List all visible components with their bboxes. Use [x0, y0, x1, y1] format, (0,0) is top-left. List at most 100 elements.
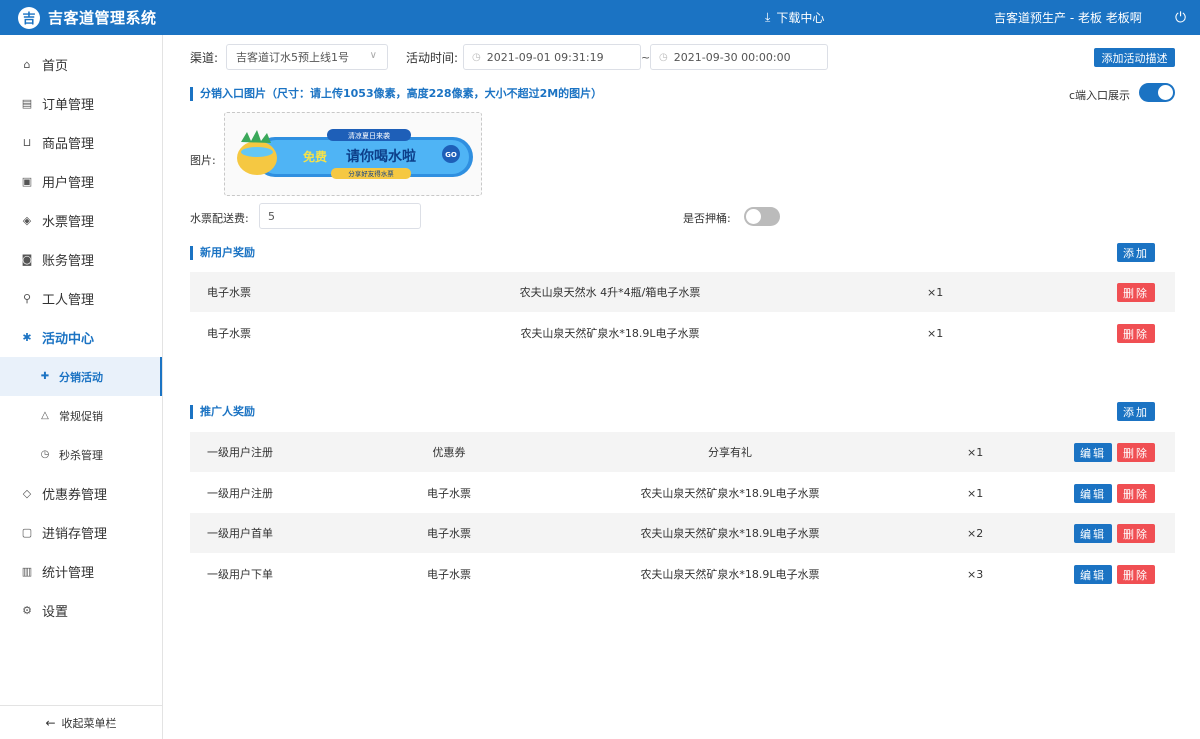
gear-icon: ⚙ — [22, 604, 32, 617]
reward-type: 电子水票 — [207, 286, 251, 299]
sidebar-item-label: 设置 — [42, 605, 69, 620]
edit-button[interactable]: 编辑 — [1074, 484, 1112, 503]
basket-icon: ⊔ — [22, 136, 32, 149]
banner-free-text: 免费 — [303, 149, 327, 164]
delete-button[interactable]: 删除 — [1117, 484, 1155, 503]
banner-main-text: 请你喝水啦 — [346, 148, 416, 165]
end-time-value: 2021-09-30 00:00:00 — [673, 50, 791, 64]
brand-logo-icon: 吉 — [18, 6, 40, 29]
user-info[interactable]: 吉客道预生产 - 老板 老板啊 — [994, 0, 1142, 35]
clock-icon: ◷ — [40, 449, 50, 460]
delete-button[interactable]: 删除 — [1117, 443, 1155, 462]
start-time-input[interactable]: ◷ 2021-09-01 09:31:19 — [463, 44, 641, 70]
delete-button[interactable]: 删除 — [1117, 283, 1155, 302]
table-row: 一级用户注册 电子水票 农夫山泉天然矿泉水*18.9L电子水票 ×1 编辑 删除 — [190, 473, 1175, 513]
new-user-reward-title: 新用户奖励 — [190, 246, 255, 260]
table-row: 电子水票 农夫山泉天然水 4升*4瓶/箱电子水票 ×1 删除 — [190, 272, 1175, 312]
table-row: 一级用户首单 电子水票 农夫山泉天然矿泉水*18.9L电子水票 ×2 编辑 删除 — [190, 513, 1175, 553]
sidebar-item-label: 工人管理 — [42, 293, 95, 308]
toggle-knob — [1158, 85, 1173, 100]
sidebar-item-activity[interactable]: ✱ 活动中心 — [0, 318, 162, 357]
reward-type: 电子水票 — [207, 327, 251, 340]
reward-quantity: ×1 — [967, 445, 984, 459]
ticket-delivery-fee-input[interactable] — [259, 203, 421, 229]
brand-name: 吉客道管理系统 — [48, 9, 157, 27]
download-icon: ⤓ — [765, 10, 771, 24]
ticket-delivery-fee-label: 水票配送费: — [190, 212, 249, 225]
sidebar-item-coupons[interactable]: ◇ 优惠券管理 — [0, 474, 162, 513]
promo-icon: △ — [41, 410, 49, 421]
scooter-icon: ⚲ — [22, 292, 32, 305]
power-icon[interactable]: ⏻ — [1175, 0, 1186, 35]
sidebar-item-finance[interactable]: ◙ 账务管理 — [0, 240, 162, 279]
reward-type: 优惠券 — [432, 446, 466, 459]
sidebar-item-settings[interactable]: ⚙ 设置 — [0, 591, 162, 630]
sidebar-subitem-flash-sale[interactable]: ◷ 秒杀管理 — [0, 435, 162, 474]
delete-button[interactable]: 删除 — [1117, 524, 1155, 543]
channel-select[interactable]: 吉客道订水5预上线1号 ∨ — [226, 44, 388, 70]
download-center-label: 下载中心 — [776, 11, 825, 25]
banner-go-text: GO — [445, 151, 457, 159]
sidebar-item-label: 首页 — [42, 59, 69, 74]
sidebar-item-statistics[interactable]: ▥ 统计管理 — [0, 552, 162, 591]
channel-select-value: 吉客道订水5预上线1号 — [236, 51, 349, 64]
edit-button[interactable]: 编辑 — [1074, 565, 1112, 584]
reward-quantity: ×2 — [967, 526, 984, 540]
sidebar-item-label: 商品管理 — [42, 137, 95, 152]
reward-condition: 一级用户注册 — [207, 487, 273, 500]
sidebar-subitem-distribution[interactable]: ✚ 分销活动 — [0, 357, 162, 396]
table-row: 一级用户注册 优惠券 分享有礼 ×1 编辑 删除 — [190, 432, 1175, 472]
activity-time-label: 活动时间: — [406, 51, 459, 65]
reward-condition: 一级用户注册 — [207, 446, 273, 459]
sidebar-item-inventory[interactable]: ▢ 进销存管理 — [0, 513, 162, 552]
end-time-input[interactable]: ◷ 2021-09-30 00:00:00 — [650, 44, 828, 70]
reward-type: 电子水票 — [427, 527, 471, 540]
bucket-deposit-toggle[interactable] — [744, 207, 780, 226]
sidebar-item-users[interactable]: ▣ 用户管理 — [0, 162, 162, 201]
reward-quantity: ×1 — [967, 486, 984, 500]
sidebar-item-tickets[interactable]: ◈ 水票管理 — [0, 201, 162, 240]
sidebar-subitem-promotion[interactable]: △ 常规促销 — [0, 396, 162, 435]
sidebar-item-label: 用户管理 — [42, 176, 95, 191]
table-row: 一级用户下单 电子水票 农夫山泉天然矿泉水*18.9L电子水票 ×3 编辑 删除 — [190, 554, 1175, 594]
delete-button[interactable]: 删除 — [1117, 565, 1155, 584]
arrow-left-icon: ← — [45, 715, 56, 730]
entry-image-section-title: 分销入口图片（尺寸：请上传1053像素，高度228像素，大小不超过2M的图片） — [190, 87, 602, 101]
sidebar-item-workers[interactable]: ⚲ 工人管理 — [0, 279, 162, 318]
c-entry-display-toggle[interactable] — [1139, 83, 1175, 102]
delete-button[interactable]: 删除 — [1117, 324, 1155, 343]
main-content: 渠道: 吉客道订水5预上线1号 ∨ 活动时间: ◷ 2021-09-01 09:… — [163, 35, 1200, 739]
reward-name: 农夫山泉天然矿泉水*18.9L电子水票 — [640, 568, 820, 581]
sidebar-item-label: 统计管理 — [42, 566, 95, 581]
banner-bottom-text: 分享好友得水票 — [348, 169, 394, 178]
brand[interactable]: 吉 吉客道管理系统 — [0, 6, 300, 29]
user-card-icon: ▣ — [21, 175, 33, 188]
inventory-icon: ▢ — [21, 526, 33, 539]
image-label: 图片: — [190, 154, 216, 167]
sidebar-item-label: 常规促销 — [59, 409, 103, 423]
download-center-link[interactable]: ⤓ 下载中心 — [765, 0, 824, 35]
reward-quantity: ×1 — [927, 326, 944, 340]
add-activity-description-button[interactable]: 添加活动描述 — [1094, 48, 1175, 67]
reward-name: 农夫山泉天然矿泉水*18.9L电子水票 — [640, 487, 820, 500]
add-new-user-reward-button[interactable]: 添加 — [1117, 243, 1155, 262]
order-icon: ▤ — [21, 97, 33, 110]
sidebar-item-goods[interactable]: ⊔ 商品管理 — [0, 123, 162, 162]
clock-icon: ◷ — [472, 51, 481, 63]
coupon-icon: ◇ — [22, 487, 32, 500]
clock-icon: ◷ — [659, 51, 668, 63]
reward-type: 电子水票 — [427, 487, 471, 500]
edit-button[interactable]: 编辑 — [1074, 443, 1112, 462]
sidebar-item-home[interactable]: ⌂ 首页 — [0, 45, 162, 84]
edit-button[interactable]: 编辑 — [1074, 524, 1112, 543]
sidebar-item-orders[interactable]: ▤ 订单管理 — [0, 84, 162, 123]
date-range-separator: ~ — [641, 51, 651, 64]
image-upload-box[interactable]: 清凉夏日来袭 免费 请你喝水啦 GO 分享好友得水票 — [224, 112, 482, 196]
ticket-icon: ◈ — [22, 214, 32, 227]
home-icon: ⌂ — [23, 58, 31, 71]
collapse-menu-button[interactable]: ← 收起菜单栏 — [0, 705, 162, 739]
channel-label: 渠道: — [190, 51, 219, 65]
sidebar-item-label: 水票管理 — [42, 215, 95, 230]
add-promoter-reward-button[interactable]: 添加 — [1117, 402, 1155, 421]
banner-top-text: 清凉夏日来袭 — [348, 131, 390, 140]
